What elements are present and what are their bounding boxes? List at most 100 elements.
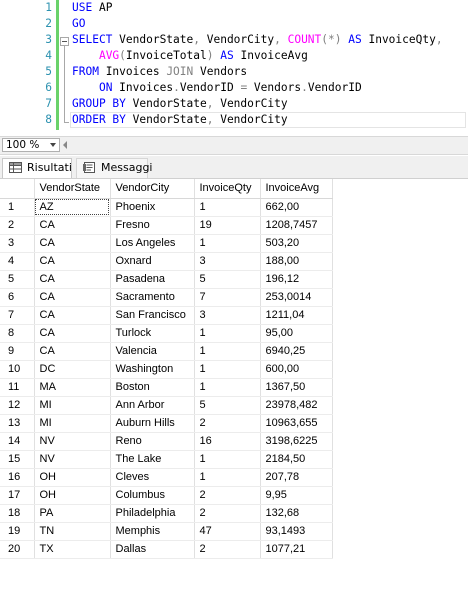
table-cell[interactable]: San Francisco bbox=[110, 306, 195, 325]
row-number-cell[interactable]: 4 bbox=[0, 252, 35, 271]
column-header[interactable]: VendorCity bbox=[110, 179, 195, 199]
row-number-cell[interactable]: 10 bbox=[0, 360, 35, 379]
table-cell[interactable]: Turlock bbox=[110, 324, 195, 343]
code-line[interactable]: SELECT VendorState, VendorCity, COUNT(*)… bbox=[72, 32, 443, 48]
table-cell[interactable]: 3 bbox=[194, 252, 261, 271]
table-row[interactable]: 18 PA Philadelphia 2 132,68 bbox=[0, 504, 333, 523]
row-number-cell[interactable]: 18 bbox=[0, 504, 35, 523]
table-cell[interactable]: Valencia bbox=[110, 342, 195, 361]
row-number-cell[interactable]: 1 bbox=[0, 198, 35, 217]
table-row[interactable]: 6 CA Sacramento 7 253,0014 bbox=[0, 288, 333, 307]
table-cell[interactable]: 600,00 bbox=[260, 360, 333, 379]
fold-toggle-icon[interactable] bbox=[60, 37, 69, 46]
table-cell[interactable]: CA bbox=[34, 306, 111, 325]
table-row[interactable]: 8 CA Turlock 1 95,00 bbox=[0, 324, 333, 343]
table-cell[interactable]: CA bbox=[34, 234, 111, 253]
table-cell[interactable]: 662,00 bbox=[260, 198, 333, 217]
table-row[interactable]: 16 OH Cleves 1 207,78 bbox=[0, 468, 333, 487]
table-cell[interactable]: 5 bbox=[194, 270, 261, 289]
table-row[interactable]: 5 CA Pasadena 5 196,12 bbox=[0, 270, 333, 289]
table-cell[interactable]: Cleves bbox=[110, 468, 195, 487]
table-row[interactable]: 3 CA Los Angeles 1 503,20 bbox=[0, 234, 333, 253]
table-cell[interactable]: 1 bbox=[194, 450, 261, 469]
row-number-cell[interactable]: 11 bbox=[0, 378, 35, 397]
table-row[interactable]: 13 MI Auburn Hills 2 10963,655 bbox=[0, 414, 333, 433]
table-row[interactable]: 15 NV The Lake 1 2184,50 bbox=[0, 450, 333, 469]
table-cell[interactable]: 7 bbox=[194, 288, 261, 307]
table-cell[interactable]: NV bbox=[34, 432, 111, 451]
table-cell[interactable]: 16 bbox=[194, 432, 261, 451]
column-header[interactable]: InvoiceAvg bbox=[260, 179, 333, 199]
table-cell[interactable]: 196,12 bbox=[260, 270, 333, 289]
table-cell[interactable]: 10963,655 bbox=[260, 414, 333, 433]
table-row[interactable]: 17 OH Columbus 2 9,95 bbox=[0, 486, 333, 505]
table-cell[interactable]: 2 bbox=[194, 486, 261, 505]
table-row[interactable]: 20 TX Dallas 2 1077,21 bbox=[0, 540, 333, 559]
row-number-cell[interactable]: 9 bbox=[0, 342, 35, 361]
row-number-cell[interactable]: 2 bbox=[0, 216, 35, 235]
table-cell[interactable]: Ann Arbor bbox=[110, 396, 195, 415]
table-cell[interactable]: 1 bbox=[194, 378, 261, 397]
code-line[interactable]: GO bbox=[72, 16, 85, 32]
table-cell[interactable]: 3 bbox=[194, 306, 261, 325]
row-number-cell[interactable]: 12 bbox=[0, 396, 35, 415]
table-cell[interactable]: 1 bbox=[194, 324, 261, 343]
table-cell[interactable]: CA bbox=[34, 216, 111, 235]
row-number-cell[interactable]: 14 bbox=[0, 432, 35, 451]
table-cell[interactable]: MI bbox=[34, 396, 111, 415]
row-number-cell[interactable]: 16 bbox=[0, 468, 35, 487]
row-number-cell[interactable]: 20 bbox=[0, 540, 35, 559]
table-cell[interactable]: Philadelphia bbox=[110, 504, 195, 523]
table-cell[interactable]: Fresno bbox=[110, 216, 195, 235]
table-cell[interactable]: 1 bbox=[194, 234, 261, 253]
row-number-cell[interactable]: 17 bbox=[0, 486, 35, 505]
table-cell[interactable]: 1208,7457 bbox=[260, 216, 333, 235]
table-cell[interactable]: Oxnard bbox=[110, 252, 195, 271]
table-cell[interactable]: CA bbox=[34, 324, 111, 343]
table-cell[interactable]: 207,78 bbox=[260, 468, 333, 487]
table-cell[interactable]: 95,00 bbox=[260, 324, 333, 343]
table-cell[interactable]: AZ bbox=[34, 198, 111, 217]
table-cell[interactable]: 6940,25 bbox=[260, 342, 333, 361]
table-cell[interactable]: 1367,50 bbox=[260, 378, 333, 397]
table-row[interactable]: 10 DC Washington 1 600,00 bbox=[0, 360, 333, 379]
code-line[interactable]: ORDER BY VendorState, VendorCity bbox=[70, 112, 466, 128]
table-cell[interactable]: 3198,6225 bbox=[260, 432, 333, 451]
table-cell[interactable]: Memphis bbox=[110, 522, 195, 541]
table-cell[interactable]: 19 bbox=[194, 216, 261, 235]
row-number-cell[interactable]: 19 bbox=[0, 522, 35, 541]
table-cell[interactable]: 2 bbox=[194, 540, 261, 559]
table-cell[interactable]: Los Angeles bbox=[110, 234, 195, 253]
row-number-cell[interactable]: 7 bbox=[0, 306, 35, 325]
table-row[interactable]: 2 CA Fresno 19 1208,7457 bbox=[0, 216, 333, 235]
table-cell[interactable]: 188,00 bbox=[260, 252, 333, 271]
table-cell[interactable]: Sacramento bbox=[110, 288, 195, 307]
table-cell[interactable]: CA bbox=[34, 270, 111, 289]
table-cell[interactable]: TX bbox=[34, 540, 111, 559]
row-number-cell[interactable]: 13 bbox=[0, 414, 35, 433]
table-cell[interactable]: Reno bbox=[110, 432, 195, 451]
table-cell[interactable]: OH bbox=[34, 486, 111, 505]
table-cell[interactable]: 1 bbox=[194, 198, 261, 217]
code-line[interactable]: AVG(InvoiceTotal) AS InvoiceAvg bbox=[72, 48, 308, 64]
table-cell[interactable]: OH bbox=[34, 468, 111, 487]
table-row[interactable]: 7 CA San Francisco 3 1211,04 bbox=[0, 306, 333, 325]
table-cell[interactable]: Boston bbox=[110, 378, 195, 397]
table-cell[interactable]: 1 bbox=[194, 360, 261, 379]
table-cell[interactable]: 5 bbox=[194, 396, 261, 415]
table-cell[interactable]: The Lake bbox=[110, 450, 195, 469]
code-line[interactable]: USE AP bbox=[72, 0, 112, 16]
code-line[interactable]: FROM Invoices JOIN Vendors bbox=[72, 64, 247, 80]
table-cell[interactable]: Washington bbox=[110, 360, 195, 379]
table-cell[interactable]: NV bbox=[34, 450, 111, 469]
table-cell[interactable]: DC bbox=[34, 360, 111, 379]
table-cell[interactable]: 1211,04 bbox=[260, 306, 333, 325]
column-header[interactable]: VendorState bbox=[34, 179, 111, 199]
table-row[interactable]: 19 TN Memphis 47 93,1493 bbox=[0, 522, 333, 541]
table-row[interactable]: 12 MI Ann Arbor 5 23978,482 bbox=[0, 396, 333, 415]
table-row[interactable]: 11 MA Boston 1 1367,50 bbox=[0, 378, 333, 397]
column-header[interactable]: InvoiceQty bbox=[194, 179, 261, 199]
row-number-header[interactable] bbox=[0, 179, 35, 199]
table-row[interactable]: 1 AZ Phoenix 1 662,00 bbox=[0, 198, 333, 217]
scroll-left-arrow-icon[interactable] bbox=[63, 141, 67, 149]
